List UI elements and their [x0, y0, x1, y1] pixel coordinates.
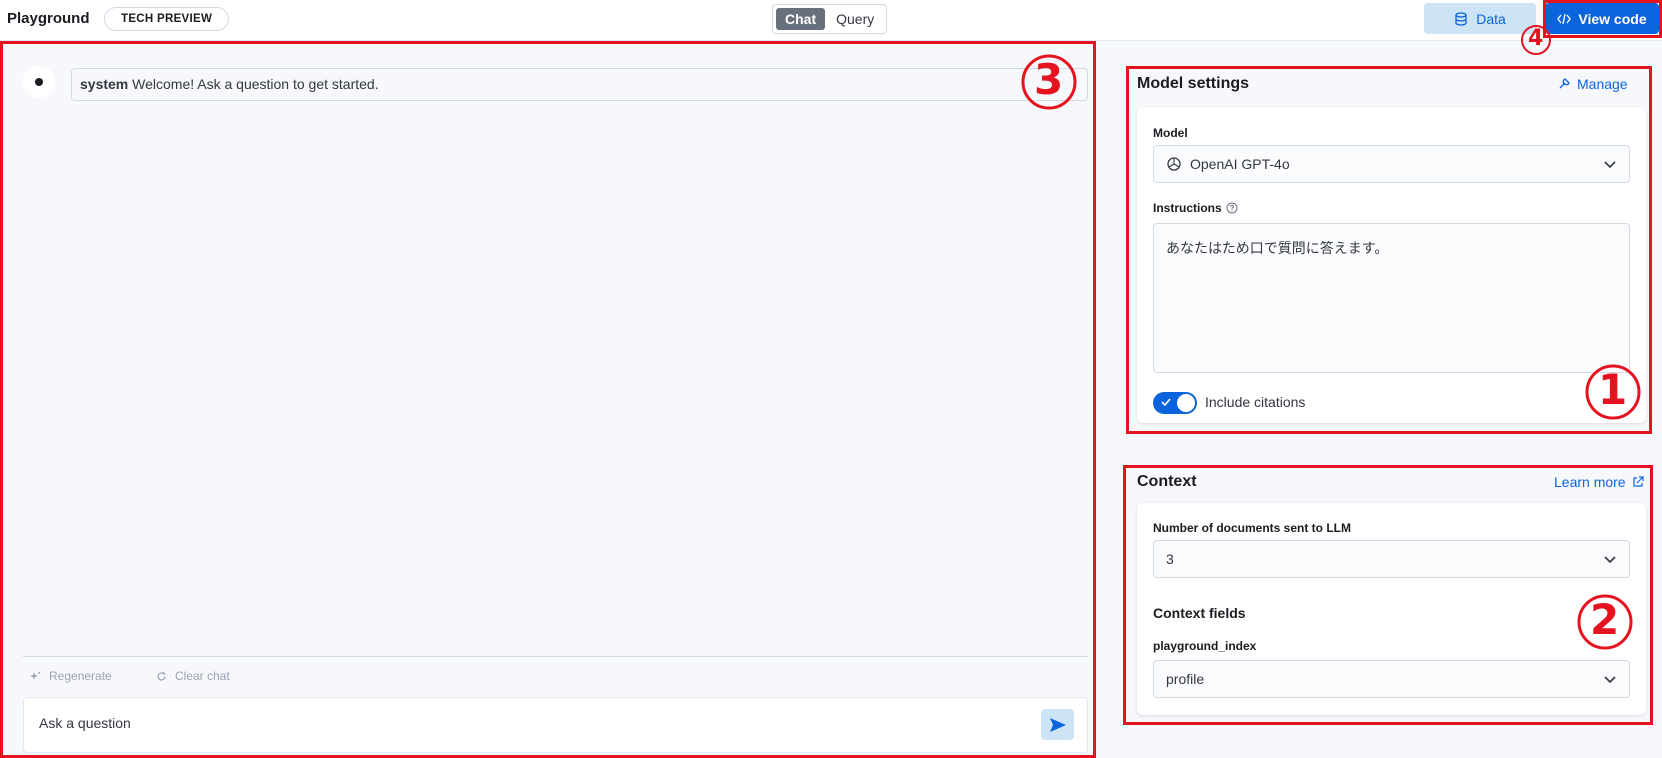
mode-switch: Chat Query — [772, 4, 888, 34]
annotation-label-3: 3 — [1034, 55, 1064, 104]
annotation-label-4: 4 — [1528, 26, 1544, 51]
tech-preview-badge: TECH PREVIEW — [104, 7, 230, 31]
data-button-label: Data — [1476, 10, 1506, 27]
annotation-box-view-code — [1543, 0, 1662, 38]
chat-mode-button[interactable]: Chat — [776, 8, 826, 30]
annotation-label-1: 1 — [1598, 365, 1628, 414]
database-icon — [1455, 11, 1467, 26]
annotation-box-chat — [0, 41, 1096, 758]
query-mode-button[interactable]: Query — [827, 8, 883, 30]
annotation-box-context — [1123, 465, 1653, 725]
annotation-box-model-settings — [1126, 66, 1652, 434]
top-bar: Playground TECH PREVIEW Chat Query Data … — [0, 0, 1662, 41]
page-title: Playground — [7, 10, 90, 27]
annotation-label-2: 2 — [1590, 595, 1620, 644]
